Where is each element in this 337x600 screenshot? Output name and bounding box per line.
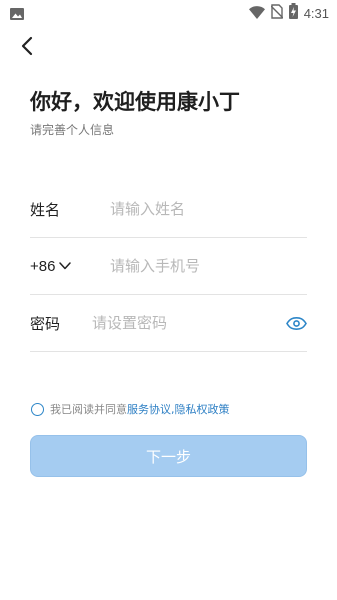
back-button[interactable]: [16, 34, 40, 58]
phone-input[interactable]: [110, 257, 307, 275]
privacy-policy-link[interactable]: 隐私权政策: [175, 401, 230, 417]
password-field-row: 密码: [30, 295, 307, 352]
wifi-icon: [248, 4, 265, 23]
name-field-row: 姓名: [30, 181, 307, 238]
no-sim-icon: [270, 3, 284, 23]
status-time: 4:31: [303, 5, 329, 21]
next-button[interactable]: 下一步: [30, 435, 307, 477]
battery-charging-icon: [288, 3, 298, 23]
name-input[interactable]: [110, 200, 307, 218]
page-subtitle: 请完善个人信息: [30, 123, 115, 137]
agreement-row: 我已阅读并同意 服务协议 , 隐私权政策: [31, 401, 230, 417]
name-label: 姓名: [30, 200, 61, 219]
password-input[interactable]: [92, 314, 286, 332]
toggle-password-visibility-button[interactable]: [286, 311, 307, 335]
service-agreement-link[interactable]: 服务协议: [127, 401, 171, 417]
agreement-checkbox[interactable]: [31, 402, 44, 416]
chevron-left-icon: [21, 36, 33, 56]
status-bar: 4:31: [0, 0, 337, 24]
image-icon: [10, 5, 24, 24]
page-title: 你好，欢迎使用康小丁: [30, 90, 240, 114]
eye-icon: [286, 316, 307, 330]
chevron-down-icon: [59, 262, 72, 270]
status-icons: 4:31: [248, 3, 329, 23]
country-code-value: +86: [30, 257, 56, 275]
country-code-selector[interactable]: +86: [30, 258, 110, 275]
phone-field-row: +86: [30, 238, 307, 295]
agreement-text: 我已阅读并同意: [50, 403, 127, 416]
password-label: 密码: [30, 314, 61, 333]
